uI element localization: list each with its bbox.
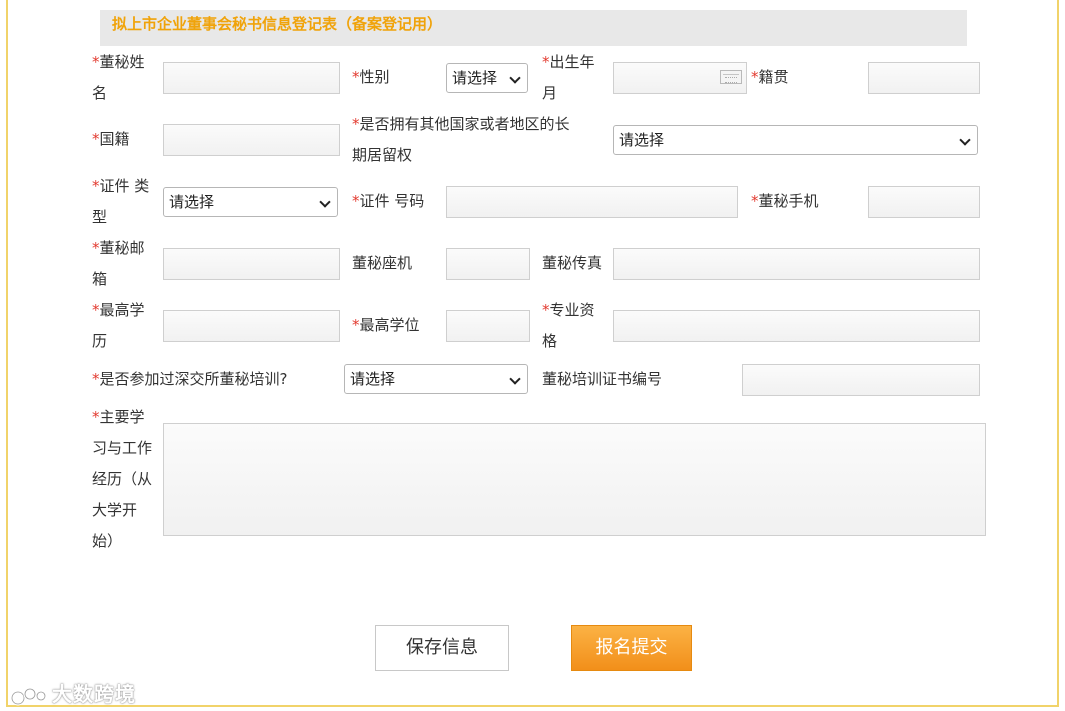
label-landline: 董秘座机 [352,254,413,272]
watermark-logo-icon [10,687,47,705]
landline-input[interactable] [446,248,530,280]
watermark: 大数跨境 [10,678,136,706]
education-input[interactable] [163,310,340,342]
form-title: 拟上市企业董事会秘书信息登记表（备案登记用） [112,15,443,33]
chevron-down-icon [319,196,331,208]
chevron-down-icon [509,72,521,84]
label-id-type: *证件 类 型 [92,177,150,226]
history-textarea[interactable] [163,423,986,536]
form-header: 拟上市企业董事会秘书信息登记表（备案登记用） [100,10,967,46]
label-fax: 董秘传真 [542,254,603,272]
label-degree: *最高学位 [352,316,420,334]
native-place-input[interactable] [868,62,980,94]
cert-number-input[interactable] [742,364,980,396]
label-nationality: *国籍 [92,130,130,148]
id-number-input[interactable] [446,186,738,218]
submit-button[interactable]: 报名提交 [571,625,692,671]
label-gender: *性别 [352,68,390,86]
qualification-input[interactable] [613,310,980,342]
save-button[interactable]: 保存信息 [375,625,509,671]
label-history: *主要学 习与工作 经历（从 大学开 始） [92,408,153,550]
degree-input[interactable] [446,310,530,342]
label-cert-number: 董秘培训证书编号 [542,370,663,388]
mobile-input[interactable] [868,186,980,218]
label-mobile: *董秘手机 [751,192,819,210]
secretary-name-input[interactable] [163,62,340,94]
birth-date-picker[interactable] [613,62,747,94]
email-input[interactable] [163,248,340,280]
training-select[interactable]: 请选择 [344,364,528,394]
label-birth-month: *出生年 月 [542,53,595,102]
label-secretary-name: *董秘姓 名 [92,53,145,102]
chevron-down-icon [959,134,971,146]
label-education: *最高学 历 [92,301,145,350]
form-frame [6,0,1059,707]
calendar-icon[interactable] [720,70,742,84]
label-qualification: *专业资 格 [542,301,595,350]
label-id-number: *证件 号码 [352,192,425,210]
chevron-down-icon [509,373,521,385]
label-native-place: *籍贯 [751,68,789,86]
gender-select[interactable]: 请选择 [446,63,528,93]
label-training: *是否参加过深交所董秘培训? [92,370,288,388]
id-type-select[interactable]: 请选择 [163,187,338,217]
label-email: *董秘邮 箱 [92,239,145,288]
nationality-input[interactable] [163,124,340,156]
label-residency: *是否拥有其他国家或者地区的长 期居留权 [352,115,570,164]
fax-input[interactable] [613,248,980,280]
residency-select[interactable]: 请选择 [613,125,978,155]
